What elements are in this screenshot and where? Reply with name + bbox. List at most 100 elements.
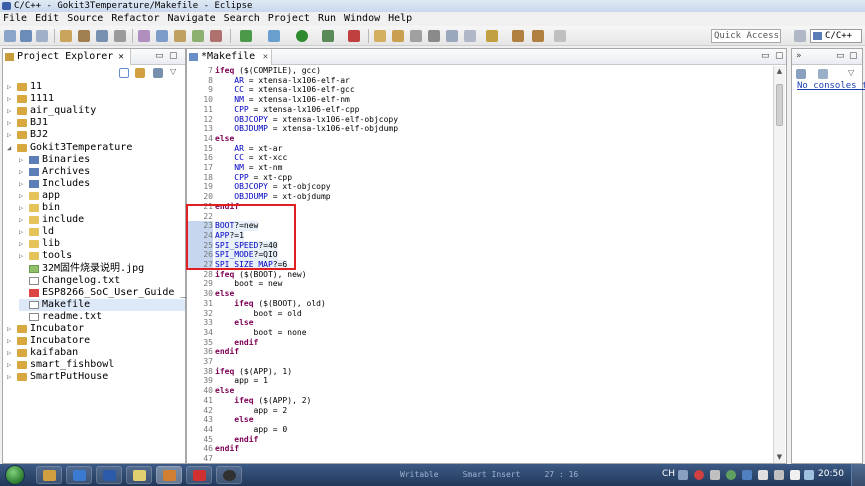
scroll-up-icon[interactable]: ▲ (775, 67, 784, 76)
code-line[interactable]: 13 OBJDUMP = xtensa-lx106-elf-objdump (187, 124, 772, 134)
tray-flag-icon[interactable] (790, 470, 800, 480)
language-indicator[interactable]: CH (662, 469, 675, 479)
open-folder-icon[interactable] (374, 30, 386, 42)
tree-item-bj1[interactable]: ▷ BJ1 (7, 117, 185, 129)
close-icon[interactable]: ✕ (118, 52, 123, 62)
code-line[interactable]: 12 OBJCOPY = xtensa-lx106-elf-objcopy (187, 115, 772, 125)
taskbar-app[interactable] (216, 466, 242, 484)
tree-item-lib[interactable]: ▷ lib (19, 238, 185, 250)
minimize-icon[interactable]: ▭ (155, 52, 164, 61)
scroll-down-icon[interactable]: ▼ (775, 453, 784, 462)
code-line[interactable]: 34 boot = none (187, 328, 772, 338)
more-views-icon[interactable]: » (796, 51, 802, 61)
format-icon[interactable] (446, 30, 458, 42)
quick-access-input[interactable]: Quick Access (711, 29, 781, 43)
perspective-cpp-button[interactable]: C/C++ (810, 29, 862, 43)
tree-expand-icon[interactable]: ▷ (19, 154, 27, 166)
external-tools-icon[interactable] (348, 30, 360, 42)
code-line[interactable]: 40 else (187, 386, 772, 396)
vertical-scrollbar[interactable]: ▲ ▼ (773, 66, 785, 463)
tree-item-app[interactable]: ▷ app (19, 190, 185, 202)
tree-item-makefile[interactable]: Makefile (19, 298, 185, 311)
tree-expand-icon[interactable]: ▷ (19, 202, 27, 214)
tree-expand-icon[interactable]: ◢ (7, 142, 15, 154)
new-header-icon[interactable] (156, 30, 168, 42)
tree-expand-icon[interactable]: ▷ (19, 190, 27, 202)
forward-icon[interactable] (532, 30, 544, 42)
tree-expand-icon[interactable]: ▷ (7, 323, 15, 335)
code-line[interactable]: 43 else (187, 415, 772, 425)
tray-volume-icon[interactable] (758, 470, 768, 480)
code-line[interactable]: 10 NM = xtensa-lx106-elf-nm (187, 95, 772, 105)
new-folder-icon[interactable] (138, 30, 150, 42)
refresh-icon[interactable] (192, 30, 204, 42)
taskbar-notepad[interactable] (126, 466, 152, 484)
menu-run[interactable]: Run (318, 12, 336, 26)
debug-icon[interactable] (268, 30, 280, 42)
taskbar-explorer[interactable] (36, 466, 62, 484)
code-line[interactable]: 18 CPP = xt-cpp (187, 173, 772, 183)
tree-item-kaifaban[interactable]: ▷ kaifaban (7, 347, 185, 359)
tray-moon-icon[interactable] (710, 470, 720, 480)
save-icon[interactable] (20, 30, 32, 42)
tree-expand-icon[interactable]: ▷ (7, 359, 15, 371)
code-line[interactable]: 20 OBJDUMP = xt-objdump (187, 192, 772, 202)
taskbar-media[interactable] (66, 466, 92, 484)
tree-item-smart-fishbowl[interactable]: ▷ smart_fishbowl (7, 359, 185, 371)
scrollbar-thumb[interactable] (776, 84, 783, 126)
code-line[interactable]: 15 AR = xt-ar (187, 144, 772, 154)
tray-input-icon[interactable] (694, 470, 704, 480)
tray-keyboard-icon[interactable] (678, 470, 688, 480)
start-button[interactable] (0, 464, 30, 486)
maximize-icon[interactable]: ▢ (775, 52, 784, 61)
code-line[interactable]: 30 else (187, 289, 772, 299)
tree-item-11[interactable]: ▷ 11 (7, 81, 185, 93)
tree-expand-icon[interactable]: ▷ (7, 105, 15, 117)
tree-expand-icon[interactable]: ▷ (7, 335, 15, 347)
tree-expand-icon[interactable]: ▷ (19, 166, 27, 178)
refresh-debug-icon[interactable] (240, 30, 252, 42)
open-type-icon[interactable] (174, 30, 186, 42)
tree-item-32m-jpg[interactable]: 32M固件烧录说明.jpg (19, 263, 185, 275)
minimize-icon[interactable]: ▭ (761, 52, 770, 61)
back-icon[interactable] (512, 30, 524, 42)
minimize-icon[interactable]: ▭ (836, 52, 845, 61)
tab-project-explorer[interactable]: Project Explorer ✕ (3, 49, 131, 65)
tree-item-bin[interactable]: ▷ bin (19, 202, 185, 214)
code-line[interactable]: 14 else (187, 134, 772, 144)
menu-file[interactable]: File (3, 12, 27, 26)
code-line[interactable]: 29 boot = new (187, 279, 772, 289)
run-icon[interactable] (296, 30, 308, 42)
tree-item-incubatore[interactable]: ▷ Incubatore (7, 335, 185, 347)
menu-window[interactable]: Window (344, 12, 380, 26)
tray-signal-icon[interactable] (774, 470, 784, 480)
link-editor-icon[interactable] (135, 68, 145, 78)
code-line[interactable]: 33 else (187, 318, 772, 328)
code-line[interactable]: 32 boot = old (187, 309, 772, 319)
tree-expand-icon[interactable]: ▷ (7, 81, 15, 93)
code-line[interactable]: 39 app = 1 (187, 376, 772, 386)
code-line[interactable]: 36 endif (187, 347, 772, 357)
run-config-icon[interactable] (322, 30, 334, 42)
menu-project[interactable]: Project (268, 12, 310, 26)
code-line[interactable]: 44 app = 0 (187, 425, 772, 435)
tree-item-ld[interactable]: ▷ ld (19, 226, 185, 238)
search-icon[interactable] (210, 30, 222, 42)
tree-expand-icon[interactable]: ▷ (19, 214, 27, 226)
code-line[interactable]: 35 endif (187, 338, 772, 348)
maximize-icon[interactable]: ▢ (849, 52, 858, 61)
code-line[interactable]: 28 ifeq ($(BOOT), new) (187, 270, 772, 280)
annotation-icon[interactable] (486, 30, 498, 42)
code-line[interactable]: 38 ifeq ($(APP), 1) (187, 367, 772, 377)
open-perspective-icon[interactable] (794, 30, 806, 42)
menu-help[interactable]: Help (388, 12, 412, 26)
build-config-icon[interactable] (78, 30, 90, 42)
taskbar-pdf[interactable] (186, 466, 212, 484)
edit-icon[interactable] (410, 30, 422, 42)
tree-item-smartputhouse[interactable]: ▷ SmartPutHouse (7, 371, 185, 383)
terminal-icon[interactable] (428, 30, 440, 42)
tree-expand-icon[interactable]: ▷ (7, 93, 15, 105)
code-line[interactable]: 19 OBJCOPY = xt-objcopy (187, 182, 772, 192)
tree-item-gokit3temperature[interactable]: ◢ Gokit3Temperature (7, 142, 185, 154)
code-line[interactable]: 37 (187, 357, 772, 367)
